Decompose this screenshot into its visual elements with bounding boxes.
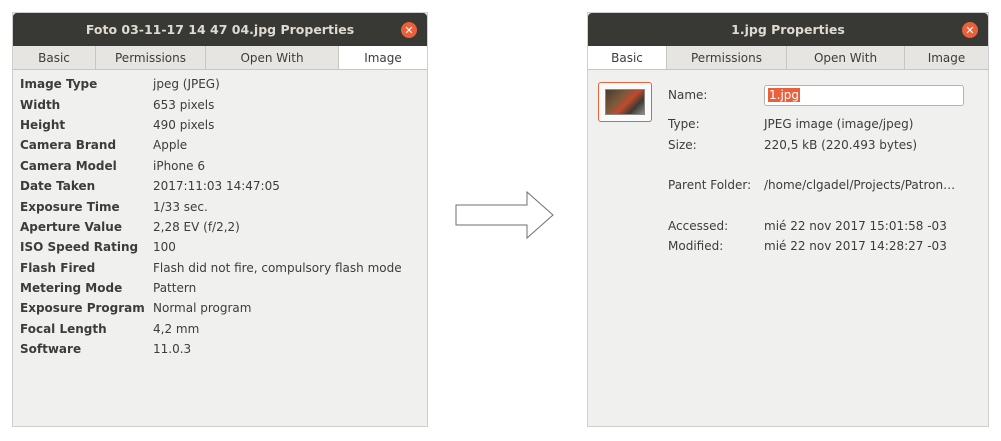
accessed-label: Accessed: bbox=[668, 219, 729, 233]
property-row: Focal Length 4,2 mm bbox=[20, 319, 427, 339]
property-value: 2,28 EV (f/2,2) bbox=[153, 219, 240, 234]
property-row: Aperture Value 2,28 EV (f/2,2) bbox=[20, 217, 427, 237]
property-row: Exposure Program Normal program bbox=[20, 298, 427, 318]
property-key: Width bbox=[20, 97, 61, 112]
property-value: 490 pixels bbox=[153, 117, 215, 132]
image-thumbnail bbox=[605, 89, 645, 115]
modified-row: Modified: mié 22 nov 2017 14:28:27 -03 bbox=[668, 236, 947, 256]
property-key: Image Type bbox=[20, 77, 98, 92]
tab-permissions[interactable]: Permissions bbox=[96, 46, 206, 69]
window-title: Foto 03-11-17 14 47 04.jpg Properties bbox=[85, 22, 355, 37]
property-value: Pattern bbox=[153, 281, 197, 296]
modified-label: Modified: bbox=[668, 239, 724, 253]
property-key: Exposure Time bbox=[20, 199, 120, 214]
property-key: Focal Length bbox=[20, 321, 107, 336]
property-value: 100 bbox=[153, 240, 176, 255]
name-row: Name: 1.jpg bbox=[668, 84, 964, 106]
property-row: Software 11.0.3 bbox=[20, 339, 427, 359]
type-value: JPEG image (image/jpeg) bbox=[764, 117, 914, 131]
property-row: Camera Model iPhone 6 bbox=[20, 156, 427, 176]
property-row: Camera Brand Apple bbox=[20, 135, 427, 155]
size-value: 220,5 kB (220.493 bytes) bbox=[764, 138, 918, 152]
parent-folder-value: /home/clgadel/Projects/Patron… bbox=[764, 178, 956, 192]
tab-bar: Basic Permissions Open With Image bbox=[13, 46, 427, 70]
property-value: 4,2 mm bbox=[153, 321, 200, 336]
type-row: Type: JPEG image (image/jpeg) bbox=[668, 114, 913, 134]
property-row: Metering Mode Pattern bbox=[20, 278, 427, 298]
property-key: Height bbox=[20, 117, 66, 132]
property-row: ISO Speed Rating 100 bbox=[20, 237, 427, 257]
properties-window-basic-tab: 1.jpg Properties ✕ Basic Permissions Ope… bbox=[587, 12, 989, 427]
properties-window-image-tab: Foto 03-11-17 14 47 04.jpg Properties ✕ … bbox=[12, 12, 428, 427]
property-value: 653 pixels bbox=[153, 97, 215, 112]
property-value: 1/33 sec. bbox=[153, 199, 208, 214]
property-row: Exposure Time 1/33 sec. bbox=[20, 196, 427, 216]
property-key: Exposure Program bbox=[20, 301, 145, 316]
accessed-value: mié 22 nov 2017 15:01:58 -03 bbox=[764, 219, 947, 233]
basic-panel: Name: 1.jpg Type: JPEG image (image/jpeg… bbox=[588, 70, 988, 425]
tab-basic[interactable]: Basic bbox=[13, 46, 96, 69]
property-value: Flash did not fire, compulsory flash mod… bbox=[153, 260, 402, 275]
close-icon[interactable]: ✕ bbox=[401, 22, 417, 38]
name-label: Name: bbox=[668, 88, 708, 102]
image-properties-list: Image Type jpeg (JPEG) Width 653 pixels Heig… bbox=[13, 70, 427, 359]
tab-basic[interactable]: Basic bbox=[588, 46, 667, 69]
property-key: Camera Brand bbox=[20, 138, 117, 153]
property-row: Flash Fired Flash did not fire, compulsor… bbox=[20, 258, 427, 278]
window-titlebar[interactable]: Foto 03-11-17 14 47 04.jpg Properties ✕ bbox=[13, 13, 427, 46]
tab-permissions[interactable]: Permissions bbox=[667, 46, 787, 69]
name-field-selected-text: 1.jpg bbox=[768, 88, 801, 102]
modified-value: mié 22 nov 2017 14:28:27 -03 bbox=[764, 239, 947, 253]
accessed-row: Accessed: mié 22 nov 2017 15:01:58 -03 bbox=[668, 216, 947, 236]
property-key: Camera Model bbox=[20, 158, 117, 173]
property-row: Height 490 pixels bbox=[20, 115, 427, 135]
property-key: Metering Mode bbox=[20, 281, 123, 296]
tab-open-with[interactable]: Open With bbox=[787, 46, 905, 69]
file-icon-button[interactable] bbox=[598, 82, 652, 122]
property-value: Apple bbox=[153, 138, 188, 153]
size-row: Size: 220,5 kB (220.493 bytes) bbox=[668, 135, 917, 155]
property-key: Flash Fired bbox=[20, 260, 96, 275]
tab-open-with[interactable]: Open With bbox=[206, 46, 339, 69]
property-key: ISO Speed Rating bbox=[20, 240, 139, 255]
size-label: Size: bbox=[668, 138, 697, 152]
parent-folder-row: Parent Folder: /home/clgadel/Projects/Pa… bbox=[668, 175, 955, 195]
tab-bar: Basic Permissions Open With Image bbox=[588, 46, 988, 70]
property-key: Software bbox=[20, 342, 82, 357]
property-row: Date Taken 2017:11:03 14:47:05 bbox=[20, 176, 427, 196]
parent-folder-label: Parent Folder: bbox=[668, 178, 752, 192]
right-arrow-icon bbox=[455, 190, 554, 240]
window-titlebar[interactable]: 1.jpg Properties ✕ bbox=[588, 13, 988, 46]
close-icon[interactable]: ✕ bbox=[962, 22, 978, 38]
name-field[interactable]: 1.jpg bbox=[764, 84, 964, 106]
property-row: Image Type jpeg (JPEG) bbox=[20, 74, 427, 94]
property-value: Normal program bbox=[153, 301, 252, 316]
type-label: Type: bbox=[668, 117, 700, 131]
property-value: 2017:11:03 14:47:05 bbox=[153, 179, 280, 194]
property-value: jpeg (JPEG) bbox=[153, 77, 220, 92]
tab-image[interactable]: Image bbox=[905, 46, 988, 69]
property-value: iPhone 6 bbox=[153, 158, 205, 173]
window-title: 1.jpg Properties bbox=[731, 22, 845, 37]
property-value: 11.0.3 bbox=[153, 342, 192, 357]
property-row: Width 653 pixels bbox=[20, 94, 427, 114]
tab-image[interactable]: Image bbox=[339, 46, 427, 69]
property-key: Aperture Value bbox=[20, 219, 122, 234]
property-key: Date Taken bbox=[20, 179, 96, 194]
